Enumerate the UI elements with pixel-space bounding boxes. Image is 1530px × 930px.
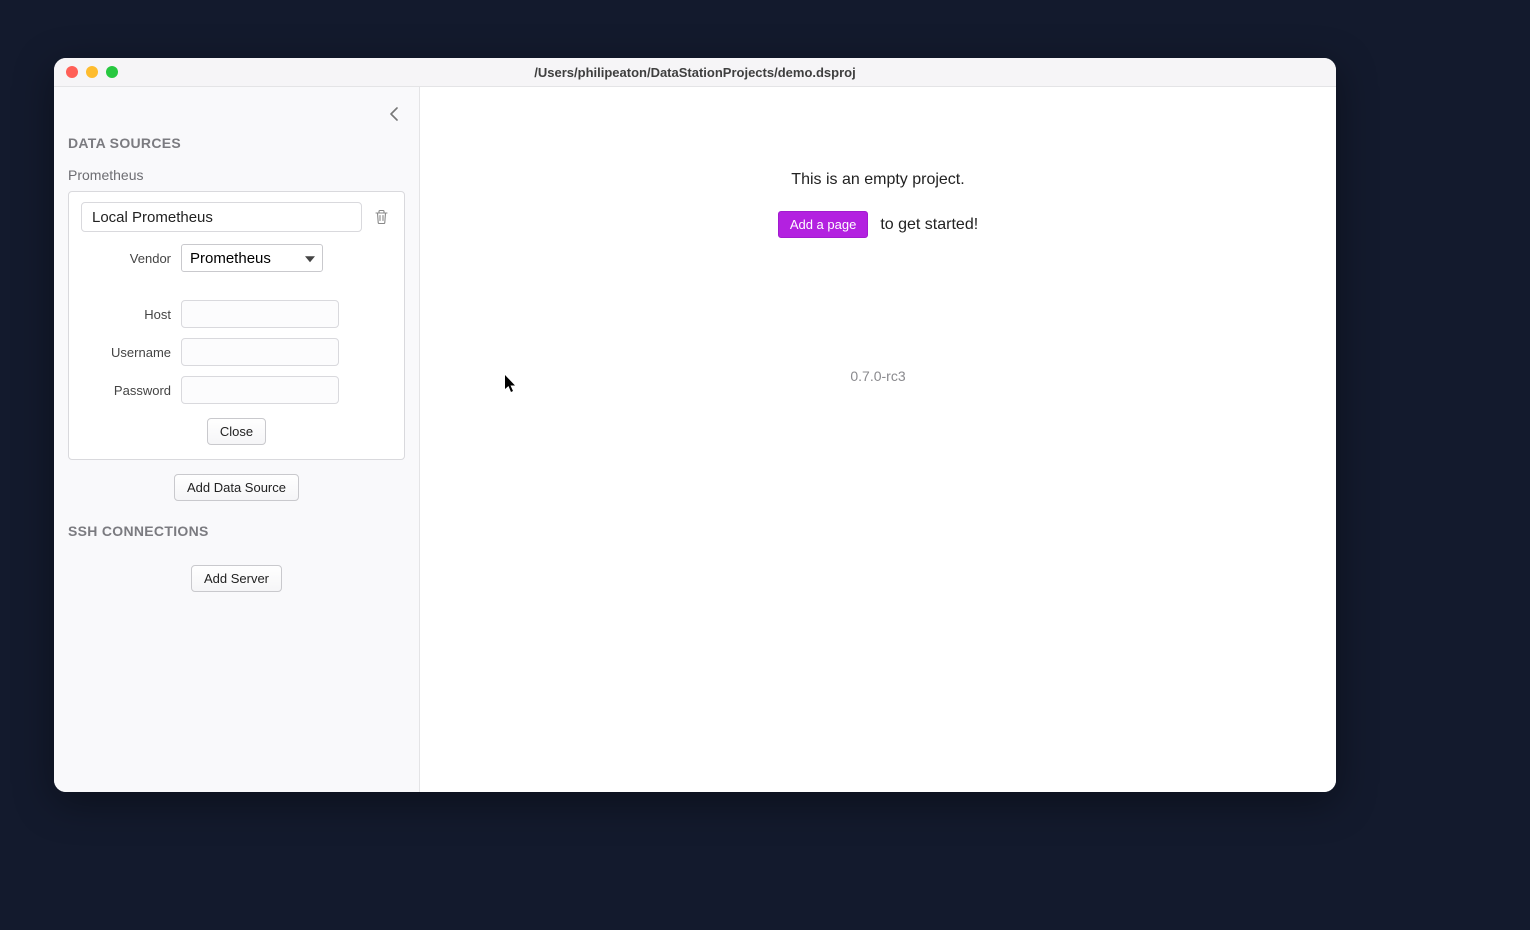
traffic-lights — [66, 66, 118, 78]
data-source-card: Vendor Prometheus Host Username — [68, 191, 405, 460]
window-minimize-button[interactable] — [86, 66, 98, 78]
version-text: 0.7.0-rc3 — [850, 368, 905, 384]
username-input[interactable] — [181, 338, 339, 366]
vendor-label: Vendor — [81, 251, 181, 266]
password-label: Password — [81, 383, 181, 398]
window-title: /Users/philipeaton/DataStationProjects/d… — [54, 65, 1336, 80]
data-source-name-input[interactable] — [81, 202, 362, 232]
titlebar: /Users/philipeaton/DataStationProjects/d… — [54, 58, 1336, 87]
cursor-icon — [505, 375, 517, 393]
password-input[interactable] — [181, 376, 339, 404]
data-source-type-label: Prometheus — [68, 167, 405, 183]
delete-data-source-button[interactable] — [370, 206, 392, 228]
add-page-button[interactable]: Add a page — [778, 211, 869, 238]
app-window: /Users/philipeaton/DataStationProjects/d… — [54, 58, 1336, 792]
data-sources-heading: DATA SOURCES — [68, 135, 405, 151]
trash-icon — [374, 209, 389, 225]
sidebar: DATA SOURCES Prometheus Vendor Prom — [54, 87, 420, 792]
chevron-left-icon — [390, 107, 399, 121]
add-server-button[interactable]: Add Server — [191, 565, 282, 592]
empty-project-text: This is an empty project. — [791, 171, 964, 189]
add-page-row: Add a page to get started! — [778, 211, 978, 238]
host-label: Host — [81, 307, 181, 322]
username-label: Username — [81, 345, 181, 360]
window-maximize-button[interactable] — [106, 66, 118, 78]
add-data-source-button[interactable]: Add Data Source — [174, 474, 299, 501]
host-input[interactable] — [181, 300, 339, 328]
content: DATA SOURCES Prometheus Vendor Prom — [54, 87, 1336, 792]
vendor-select[interactable]: Prometheus — [181, 244, 323, 272]
get-started-text: to get started! — [880, 216, 978, 234]
window-close-button[interactable] — [66, 66, 78, 78]
close-button[interactable]: Close — [207, 418, 266, 445]
ssh-connections-heading: SSH CONNECTIONS — [68, 523, 405, 539]
sidebar-collapse-button[interactable] — [383, 103, 405, 125]
main-panel: This is an empty project. Add a page to … — [420, 87, 1336, 792]
